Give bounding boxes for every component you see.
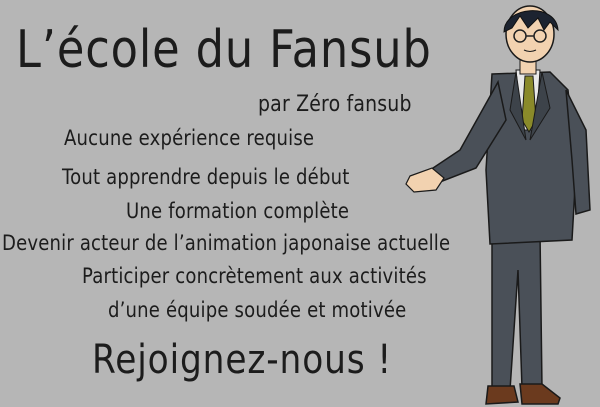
poster-line-1: Aucune expérience requise [64,126,315,150]
call-to-action: Rejoignez-nous ! [92,337,393,383]
fansub-recruitment-poster: L’école du Fansub par Zéro fansub Aucune… [0,0,600,407]
poster-line-5: Participer concrètement aux activités [82,264,427,288]
anime-character-in-suit-icon [405,5,591,405]
poster-title: L’école du Fansub [16,20,432,80]
poster-line-3: Une formation complète [126,199,350,223]
poster-subtitle: par Zéro fansub [258,92,412,117]
poster-line-6: d’une équipe soudée et motivée [108,298,407,322]
poster-line-2: Tout apprendre depuis le début [62,165,350,189]
poster-line-4: Devenir acteur de l’animation japonaise … [2,231,451,255]
